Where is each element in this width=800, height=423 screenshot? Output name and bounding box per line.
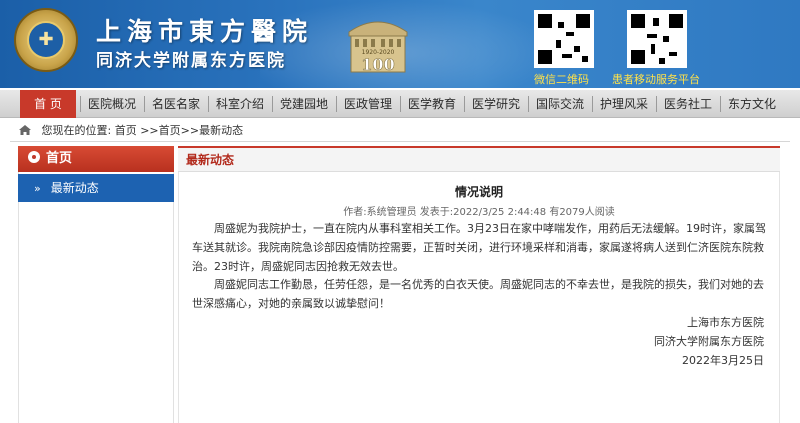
home-icon (19, 125, 31, 135)
nav-item-research[interactable]: 医学研究 (468, 90, 524, 118)
hospital-logo[interactable]: ✚ (14, 8, 78, 72)
breadcrumb-prefix: 您现在的位置: (41, 124, 112, 137)
section-title: 最新动态 (178, 146, 780, 172)
nav-item-home[interactable]: 首 页 (20, 90, 76, 118)
article-meta: 作者:系统管理员 发表于:2022/3/25 2:44:48 有2079人阅读 (343, 207, 615, 218)
nav-item-party[interactable]: 党建园地 (276, 90, 332, 118)
signature-date: 2022年3月25日 (682, 354, 764, 367)
sidebar-item-label: 最新动态 (50, 181, 99, 195)
nav-item-nursing[interactable]: 护理风采 (596, 90, 652, 118)
wechat-qr-label: 微信二维码 (534, 73, 589, 86)
signature-affiliation: 同济大学附属东方医院 (654, 335, 764, 348)
bullet-icon (28, 151, 40, 163)
sidebar-frame (18, 172, 174, 423)
sidebar-heading: 首页 (18, 146, 174, 172)
centennial-number: 100 (361, 55, 394, 74)
double-chevron-right-icon: » (34, 182, 41, 195)
main-nav: 首 页 医院概况 名医名家 科室介绍 党建园地 医政管理 医学教育 医学研究 国… (0, 90, 800, 118)
article-title: 情况说明 (454, 185, 503, 199)
breadcrumb-divider (10, 141, 790, 142)
patient-platform-qr-label: 患者移动服务平台 (612, 73, 700, 86)
hospital-name: 上海市東方醫院 (96, 17, 314, 46)
wechat-qr-code[interactable] (534, 10, 594, 68)
article-paragraph: 周盛妮同志工作勤恳，任劳任怨，是一名优秀的白衣天使。周盛妮同志的不幸去世，是我院… (192, 278, 764, 310)
nav-item-social-work[interactable]: 医务社工 (660, 90, 716, 118)
nav-item-doctors[interactable]: 名医名家 (148, 90, 204, 118)
sidebar-heading-label: 首页 (46, 151, 73, 166)
site-header: ✚ 上海市東方醫院 同济大学附属东方医院 1920-2020 100 微信二维码… (0, 0, 800, 88)
breadcrumb-path[interactable]: 首页 >>首页>>最新动态 (115, 124, 243, 137)
nav-item-departments[interactable]: 科室介绍 (212, 90, 268, 118)
breadcrumb: 您现在的位置: 首页 >>首页>>最新动态 (18, 122, 243, 140)
signature-org: 上海市东方医院 (687, 316, 764, 329)
centennial-badge: 1920-2020 100 (348, 21, 408, 74)
sidebar-item-latest-news[interactable]: » 最新动态 (18, 174, 174, 202)
logo-emblem-icon: ✚ (27, 21, 65, 59)
patient-platform-qr-code[interactable] (627, 10, 687, 68)
article-paragraph: 周盛妮为我院护士，一直在院内从事科室相关工作。3月23日在家中哮喘发作，用药后无… (192, 222, 766, 273)
nav-item-education[interactable]: 医学教育 (404, 90, 460, 118)
nav-item-culture[interactable]: 东方文化 (724, 90, 780, 118)
nav-item-overview[interactable]: 医院概况 (84, 90, 140, 118)
hospital-subtitle: 同济大学附属东方医院 (96, 51, 286, 71)
nav-item-international[interactable]: 国际交流 (532, 90, 588, 118)
nav-item-administration[interactable]: 医政管理 (340, 90, 396, 118)
